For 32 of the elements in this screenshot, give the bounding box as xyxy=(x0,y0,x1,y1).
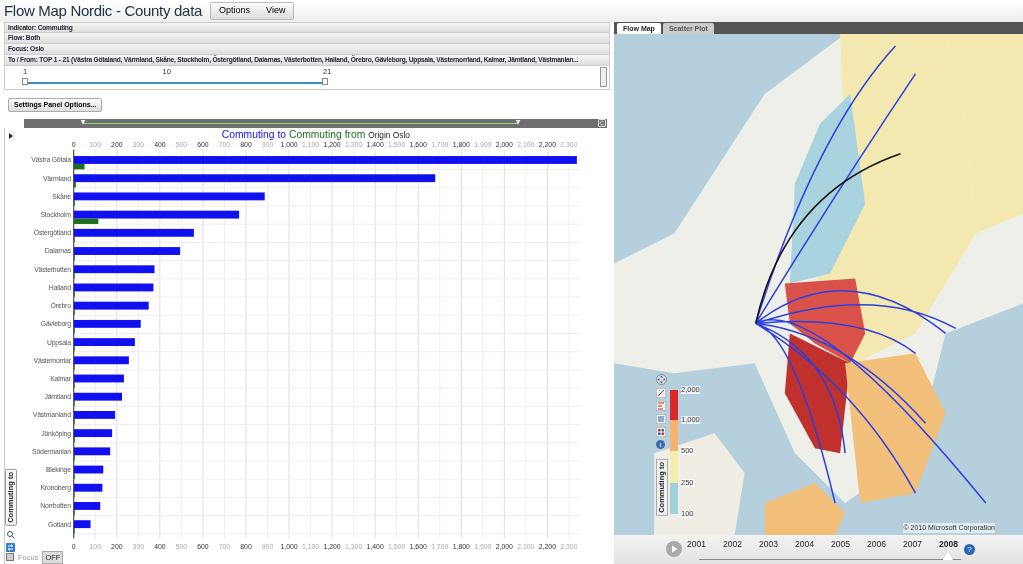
legend-label: Commuting from xyxy=(288,128,366,140)
play-button[interactable] xyxy=(666,541,682,557)
swap-icon[interactable] xyxy=(6,543,15,552)
range-handle[interactable] xyxy=(515,119,521,125)
chart-range-bar[interactable] xyxy=(24,118,607,128)
slider-thumb[interactable] xyxy=(322,78,328,85)
menu-button[interactable]: View xyxy=(258,3,294,19)
refresh-icon[interactable] xyxy=(598,118,606,127)
year-label[interactable]: 2007 xyxy=(903,538,922,551)
year-label[interactable]: 2001 xyxy=(687,538,706,551)
year-label[interactable]: 2002 xyxy=(723,538,742,551)
search-icon[interactable] xyxy=(6,530,15,539)
year-label[interactable]: 2003 xyxy=(759,538,778,551)
menu-button[interactable]: Options xyxy=(211,3,259,19)
focus-icon[interactable] xyxy=(6,553,14,562)
expand-arrow-icon[interactable] xyxy=(6,131,15,140)
pan-icon[interactable] xyxy=(656,374,667,385)
grid-icon[interactable] xyxy=(656,427,666,437)
year-label[interactable]: 2004 xyxy=(795,538,814,551)
info-icon[interactable] xyxy=(656,440,665,449)
scroll-bar[interactable] xyxy=(600,67,607,87)
year-label[interactable]: 2005 xyxy=(831,538,850,551)
pen-icon[interactable] xyxy=(656,388,666,398)
slider-thumb[interactable] xyxy=(942,552,953,560)
chart-title: Origin Oslo xyxy=(368,129,410,140)
range-handle[interactable] xyxy=(80,119,86,125)
legend-label: Commuting to xyxy=(221,128,287,140)
year-label[interactable]: 2008 xyxy=(939,538,958,551)
help-icon[interactable]: ? xyxy=(964,544,975,555)
slider-thumb[interactable] xyxy=(22,78,28,85)
year-label[interactable]: 2006 xyxy=(867,538,886,551)
app-title: Flow Map Nordic - County data xyxy=(4,0,203,21)
